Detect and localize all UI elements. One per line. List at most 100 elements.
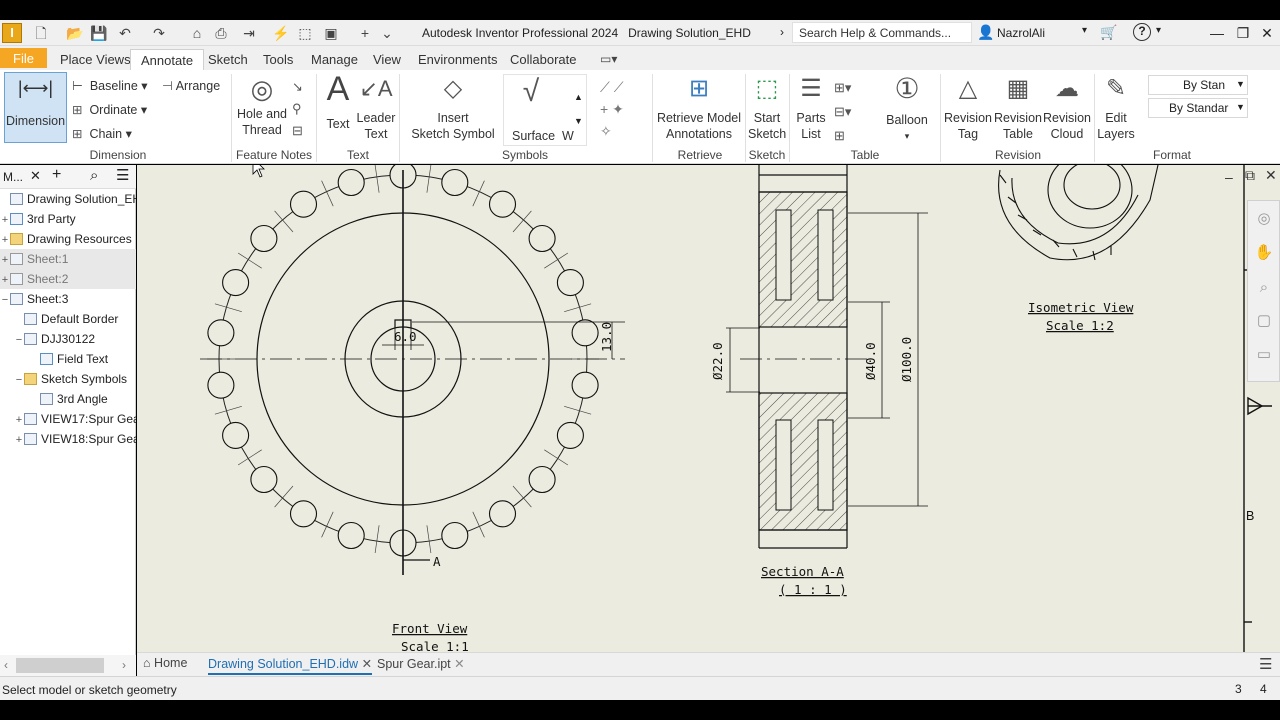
tree-item-sheet-1[interactable]: + Sheet:1 — [0, 249, 136, 269]
select-icon[interactable]: ⬚ — [296, 24, 314, 42]
help-icon[interactable]: ? — [1133, 23, 1151, 41]
customize-qat-icon[interactable]: ⌄ — [378, 24, 396, 42]
tree-item-3rd-angle[interactable]: 3rd Angle — [0, 389, 136, 409]
feature-notes-small-icons[interactable]: ↘ ⚲ ⊟ — [292, 76, 303, 142]
style-dropdown-icon[interactable]: ▼ — [1236, 102, 1245, 112]
scroll-right-icon[interactable]: › — [122, 658, 126, 672]
browser-close-icon[interactable]: ✕ — [30, 168, 41, 184]
restore-icon[interactable]: ❐ — [1232, 23, 1254, 43]
browser-tab-model[interactable]: M... — [3, 170, 23, 184]
browser-menu-icon[interactable]: ☰ — [116, 166, 129, 184]
tab-tools[interactable]: Tools — [253, 49, 303, 70]
tree-item-default-border[interactable]: Default Border — [0, 309, 136, 329]
close-icon[interactable]: ✕ — [1256, 23, 1278, 43]
revision-table-button[interactable]: ▦ Revision Table — [994, 72, 1042, 142]
user-name[interactable]: NazrolAli — [997, 26, 1045, 40]
search-input[interactable]: Search Help & Commands... — [792, 22, 972, 43]
dimension-button[interactable]: |⟷| Dimension — [4, 72, 67, 143]
tab-sketch[interactable]: Sketch — [198, 49, 258, 70]
dim-keyway-width[interactable]: 6.0 — [394, 329, 417, 344]
help-dropdown-icon[interactable]: ▾ — [1156, 25, 1161, 36]
view-minimize-icon[interactable]: – — [1225, 169, 1233, 185]
scroll-left-icon[interactable]: ‹ — [4, 658, 8, 672]
zoom-icon[interactable]: ⌕ — [1254, 279, 1274, 299]
dim-outer[interactable]: Ø100.0 — [899, 337, 914, 382]
tab-view[interactable]: View — [363, 49, 411, 70]
chain-button[interactable]: ⊞ Chain ▾ — [72, 126, 132, 141]
cart-icon[interactable]: 🛒 — [1100, 24, 1117, 41]
style-dropdown-icon[interactable]: ▼ — [1236, 79, 1245, 89]
ribbon-options-icon[interactable]: ▭▾ — [600, 52, 617, 66]
new-file-icon[interactable]: 🗋 — [32, 24, 50, 42]
measure-icon[interactable]: ⇥ — [240, 24, 258, 42]
zoom-all-icon[interactable]: ▭ — [1254, 345, 1274, 365]
dim-bore[interactable]: Ø22.0 — [710, 342, 725, 380]
isometric-view[interactable] — [998, 165, 1159, 261]
tab-collaborate[interactable]: Collaborate — [500, 49, 587, 70]
update-icon[interactable]: ⚡ — [272, 24, 290, 42]
tab-manage[interactable]: Manage — [301, 49, 368, 70]
tree-item-view18[interactable]: + VIEW18:Spur Gear — [0, 429, 136, 449]
tab-place-views[interactable]: Place Views — [50, 49, 141, 70]
revision-tag-button[interactable]: △ Revision Tag — [944, 72, 992, 142]
browser-scrollbar[interactable]: ‹ › — [0, 655, 136, 676]
minimize-icon[interactable]: — — [1206, 23, 1228, 43]
save-icon[interactable]: 💾 — [90, 24, 108, 42]
view-restore-icon[interactable]: ⧉ — [1245, 167, 1255, 184]
redo-icon[interactable]: ↷ — [150, 24, 168, 42]
print-icon[interactable]: ⎙ — [212, 24, 230, 42]
drawing-sheet[interactable]: 6.0 13.0 A Front View Scale 1:1 Ø22.0 Ø4… — [137, 165, 1280, 652]
gallery-scroll-icon[interactable]: ▲ ▼ — [574, 85, 583, 133]
style-select-1[interactable]: By Stan — [1148, 75, 1248, 95]
tree-item-sheet-2[interactable]: + Sheet:2 — [0, 269, 136, 289]
home-tab[interactable]: ⌂ Home — [143, 656, 187, 670]
balloon-button[interactable]: ① Balloon ▾ — [880, 72, 934, 144]
scroll-thumb[interactable] — [16, 658, 104, 673]
spur-gear-doc-tab[interactable]: Spur Gear.ipt ✕ — [377, 656, 465, 671]
tab-annotate[interactable]: Annotate — [130, 49, 205, 70]
browser-search-icon[interactable]: ⌕ — [90, 167, 98, 184]
revision-cloud-button[interactable]: ☁ Revision Cloud — [1043, 72, 1091, 142]
leader-text-button[interactable]: ↙A Leader Text — [356, 72, 396, 142]
baseline-button[interactable]: ⊢ Baseline ▾ — [72, 78, 148, 93]
section-view-title[interactable]: Section A-A — [761, 564, 844, 579]
tree-item-drawing[interactable]: Drawing Solution_EHD — [0, 189, 136, 209]
drawing-doc-tab[interactable]: Drawing Solution_EHD.idw ✕ — [208, 656, 373, 675]
ordinate-button[interactable]: ⊞ Ordinate ▾ — [72, 102, 147, 117]
iso-view-title[interactable]: Isometric View — [1028, 300, 1134, 315]
front-view-title[interactable]: Front View — [392, 621, 468, 636]
insert-sketch-symbol-button[interactable]: ◇ Insert Sketch Symbol — [410, 72, 496, 142]
hole-thread-button[interactable]: ◎ Hole and Thread — [236, 72, 288, 138]
drawing-canvas[interactable]: 6.0 13.0 A Front View Scale 1:1 Ø22.0 Ø4… — [137, 165, 1280, 652]
tree-item-sheet-3[interactable]: − Sheet:3 — [0, 289, 136, 309]
close-tab-icon[interactable]: ✕ — [454, 657, 464, 671]
dim-keyway-depth[interactable]: 13.0 — [599, 322, 614, 352]
view-close-icon[interactable]: ✕ — [1265, 167, 1277, 184]
front-view[interactable] — [200, 165, 625, 575]
style-select-2[interactable]: By Standar — [1148, 98, 1248, 118]
arrange-button[interactable]: ⊣ Arrange — [162, 78, 220, 93]
pan-icon[interactable]: ✋ — [1254, 243, 1274, 263]
inventor-logo-icon[interactable]: I — [2, 23, 22, 43]
symbol-small-icons[interactable]: ⟋ ⟋ + ✦ ✧ — [600, 76, 624, 142]
tree-item-field-text[interactable]: Field Text — [0, 349, 136, 369]
tabs-menu-icon[interactable]: ☰ — [1259, 655, 1272, 673]
tab-environments[interactable]: Environments — [408, 49, 507, 70]
zoom-window-icon[interactable]: ▢ — [1254, 311, 1274, 331]
tree-item-3rd-party[interactable]: +3rd Party — [0, 209, 136, 229]
start-sketch-button[interactable]: ⬚ Start Sketch — [748, 72, 786, 142]
surface-gallery[interactable]: √ Surface W ▲ ▼ — [503, 74, 587, 146]
add-icon[interactable]: + — [356, 24, 374, 42]
parts-list-button[interactable]: ☰ Parts List — [793, 72, 829, 142]
title-chevron-icon[interactable]: › — [780, 25, 784, 39]
appearance-icon[interactable]: ▣ — [322, 24, 340, 42]
open-icon[interactable]: 📂 — [66, 24, 84, 42]
undo-icon[interactable]: ↶ — [116, 24, 134, 42]
balloon-dropdown-icon[interactable]: ▾ — [880, 128, 934, 144]
user-icon[interactable]: 👤 — [977, 24, 994, 40]
section-view[interactable] — [726, 165, 928, 549]
tree-item-view17[interactable]: + VIEW17:Spur Gear — [0, 409, 136, 429]
tab-file[interactable]: File — [0, 48, 47, 68]
dim-hub[interactable]: Ø40.0 — [863, 342, 878, 380]
retrieve-annotations-button[interactable]: ⊞ Retrieve Model Annotations — [656, 72, 742, 142]
